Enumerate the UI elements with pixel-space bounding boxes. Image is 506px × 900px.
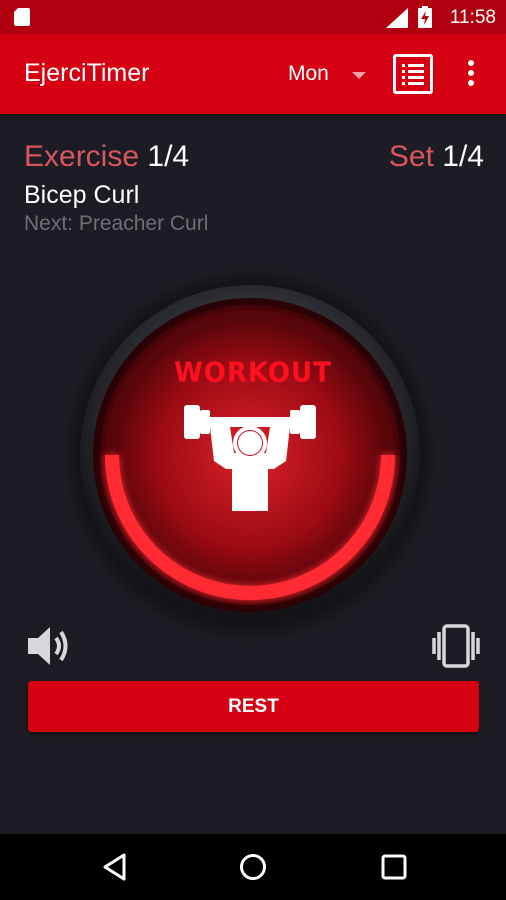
signal-icon (386, 8, 408, 28)
overflow-menu-icon[interactable] (467, 60, 475, 86)
back-icon[interactable] (101, 852, 127, 882)
set-progress: Set 1/4 (389, 140, 484, 174)
speaker-icon[interactable] (26, 624, 72, 668)
timer-dial[interactable] (60, 265, 440, 645)
exercise-progress: Exercise 1/4 (24, 140, 189, 174)
status-bar: 11:58 (0, 0, 506, 34)
day-selector[interactable]: Mon (288, 62, 329, 86)
set-count: 1/4 (442, 140, 484, 173)
status-time: 11:58 (449, 7, 496, 28)
current-exercise: Bicep Curl (24, 181, 140, 209)
vibrate-icon[interactable] (432, 622, 480, 670)
recents-icon[interactable] (380, 852, 408, 882)
list-icon (402, 64, 424, 85)
sd-card-icon (14, 8, 30, 26)
set-word: Set (388, 140, 434, 173)
rest-button[interactable]: REST (28, 681, 479, 732)
exercise-word: Exercise (24, 140, 140, 173)
next-exercise: Next: Preacher Curl (24, 212, 209, 235)
list-button[interactable] (393, 54, 433, 94)
dropdown-arrow-icon[interactable] (352, 72, 366, 80)
home-icon[interactable] (238, 852, 268, 882)
timer-state-label: WORKOUT (174, 357, 332, 389)
app-title: EjerciTimer (24, 59, 150, 87)
app-bar: EjerciTimer Mon (0, 34, 506, 114)
navigation-bar (0, 834, 506, 900)
exercise-count: 1/4 (147, 140, 190, 173)
battery-charging-icon (418, 6, 432, 28)
